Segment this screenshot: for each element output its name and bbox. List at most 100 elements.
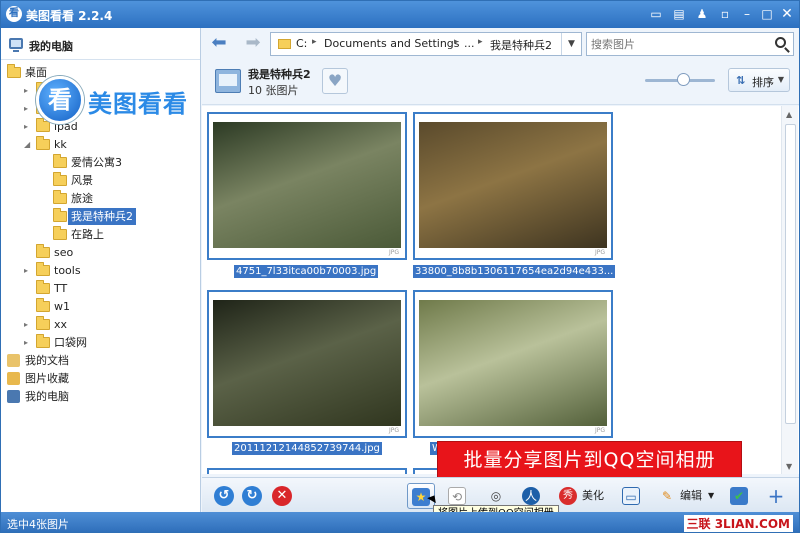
folder-icon xyxy=(53,190,67,204)
maximize-button[interactable]: □ xyxy=(758,6,776,22)
tree-item[interactable]: ▸ tools xyxy=(24,262,191,279)
thumbnail-image xyxy=(213,122,401,248)
drive-folder-icon xyxy=(278,39,291,49)
tree-item-label: 口袋网 xyxy=(54,336,87,349)
scroll-up-icon[interactable]: ▲ xyxy=(786,110,792,119)
tree-item-label: 我的电脑 xyxy=(25,390,69,403)
set-wallpaper-button[interactable]: ✔ xyxy=(726,483,752,509)
expand-arrow-icon[interactable]: ▸ xyxy=(24,100,34,117)
computer-icon xyxy=(9,38,23,52)
tree-item-label: kk xyxy=(54,138,67,151)
address-segment[interactable]: ... xyxy=(464,37,475,50)
tree-item[interactable]: 旅途 xyxy=(41,190,191,207)
thumbnail-caption[interactable]: 4751_7l33itca00b70003.jpg xyxy=(234,265,379,278)
tree-item[interactable]: 我是特种兵2 xyxy=(41,208,191,225)
tree-item-label: 爱情公寓3 xyxy=(71,156,122,169)
thumbnail-grid: JPG 4751_7l33itca00b70003.jpg JPG 33800_… xyxy=(202,106,799,474)
folder-icon xyxy=(53,208,67,222)
expand-arrow-icon[interactable]: ▸ xyxy=(24,316,34,333)
address-dropdown-button[interactable]: ▼ xyxy=(561,33,581,55)
scroll-down-icon[interactable]: ▼ xyxy=(786,462,792,471)
menu-icon[interactable]: ▤ xyxy=(670,6,688,22)
folder-icon xyxy=(36,334,50,348)
watermark: 三联 3LIAN.COM xyxy=(683,515,793,532)
selection-status: 选中4张图片 xyxy=(7,518,69,531)
thumbnail[interactable]: JPG xyxy=(207,290,407,438)
wallpaper-icon: ✔ xyxy=(730,487,748,505)
tree-item[interactable]: ▸ 口袋网 xyxy=(24,334,191,351)
folder-icon xyxy=(53,226,67,240)
feedback-icon[interactable]: ▭ xyxy=(647,6,665,22)
computer-root[interactable]: 我的电脑 xyxy=(1,28,200,60)
scrollbar-thumb[interactable] xyxy=(785,124,796,424)
status-bar: 选中4张图片 三联 3LIAN.COM xyxy=(1,512,799,532)
album-title: 我是特种兵2 xyxy=(248,68,311,81)
search-input[interactable] xyxy=(591,36,761,52)
thumbnail[interactable] xyxy=(207,468,407,474)
tree-item[interactable]: seo xyxy=(24,244,191,261)
zoom-slider[interactable] xyxy=(645,73,715,86)
tree-item[interactable]: 风景 xyxy=(41,172,191,189)
edit-label: 编辑 xyxy=(680,489,702,502)
search-icon[interactable] xyxy=(775,37,786,48)
tree-item-label: 我的文档 xyxy=(25,354,69,367)
folder-icon xyxy=(36,262,50,276)
folder-icon xyxy=(36,298,50,312)
sort-label: 排序 xyxy=(752,76,774,89)
tree-item[interactable]: w1 xyxy=(24,298,191,315)
thumbnail[interactable]: JPG xyxy=(413,112,613,260)
thumbnail-caption[interactable]: 33800_8b8b1306117654ea2d94e433... xyxy=(413,265,615,278)
sort-icon: ⇅ xyxy=(736,74,746,87)
close-button[interactable]: ✕ xyxy=(778,6,796,22)
expand-arrow-icon[interactable]: ▸ xyxy=(24,82,34,99)
tree-item[interactable]: 在路上 xyxy=(41,226,191,243)
tree-item[interactable]: ▸ xx xyxy=(24,316,191,333)
vertical-scrollbar[interactable]: ▲ ▼ xyxy=(781,106,798,474)
address-segment[interactable]: C: xyxy=(296,37,307,50)
slideshow-button[interactable]: ▭ xyxy=(618,483,644,509)
skin-icon[interactable]: ♟ xyxy=(693,6,711,22)
mini-mode-icon[interactable]: ▫ xyxy=(716,6,734,22)
expand-arrow-icon[interactable]: ▸ xyxy=(24,262,34,279)
thumbnail-caption[interactable]: 20111212144852739744.jpg xyxy=(232,442,382,455)
minimize-button[interactable]: – xyxy=(738,6,756,22)
rotate-right-button[interactable]: ↻ xyxy=(242,486,262,506)
zoom-slider-handle[interactable] xyxy=(677,73,690,86)
tree-item[interactable]: 我的电脑 xyxy=(7,388,191,405)
expand-arrow-icon[interactable]: ▸ xyxy=(24,334,34,351)
beautify-button[interactable]: 秀 美化 xyxy=(556,483,610,509)
pencil-icon: ✎ xyxy=(661,489,673,503)
folder-icon xyxy=(36,280,50,294)
back-button[interactable]: ⬅ xyxy=(208,33,230,55)
computer-root-label: 我的电脑 xyxy=(29,40,73,53)
renren-icon: 人 xyxy=(522,487,540,505)
thumbnail[interactable]: JPG xyxy=(207,112,407,260)
folder-icon xyxy=(36,316,50,330)
address-segment[interactable]: Documents and Settings xyxy=(324,37,460,50)
slideshow-icon: ▭ xyxy=(622,487,640,505)
tree-item[interactable]: TT xyxy=(24,280,191,297)
tree-item[interactable]: 我的文档 xyxy=(7,352,191,369)
favorite-button[interactable]: ♥ xyxy=(322,68,348,94)
tree-item-label: xx xyxy=(54,318,68,331)
title-bar[interactable]: 看 美图看看 2.2.4 ▭ ▤ ♟ ▫ – □ ✕ xyxy=(1,1,799,28)
sort-button[interactable]: ⇅ 排序 ▼ xyxy=(728,68,790,92)
forward-button[interactable]: ➡ xyxy=(242,33,264,55)
navigation-bar: ⬅ ➡ C: ▸ Documents and Settings ▸ ... ▸ … xyxy=(202,28,799,60)
tree-item[interactable]: 爱情公寓3 xyxy=(41,154,191,171)
tree-item[interactable]: ◢ kk xyxy=(24,136,191,153)
expand-arrow-icon[interactable]: ◢ xyxy=(24,136,34,153)
rotate-left-button[interactable]: ↺ xyxy=(214,486,234,506)
address-bar[interactable]: C: ▸ Documents and Settings ▸ ... ▸ 我是特种… xyxy=(270,32,582,56)
delete-button[interactable]: ✕ xyxy=(272,486,292,506)
edit-button[interactable]: ✎ 编辑 ▼ xyxy=(655,483,717,509)
search-box[interactable] xyxy=(586,32,794,56)
thumbnail[interactable]: JPG xyxy=(413,290,613,438)
album-header: 我是特种兵2 10 张图片 ♥ ⇅ 排序 ▼ xyxy=(202,60,799,105)
tree-item[interactable]: 图片收藏 xyxy=(7,370,191,387)
add-button[interactable]: + xyxy=(764,483,788,509)
documents-icon xyxy=(7,354,20,367)
address-segment[interactable]: 我是特种兵2 xyxy=(490,37,552,53)
expand-arrow-icon[interactable]: ▸ xyxy=(24,118,34,135)
tree-item-label: seo xyxy=(54,246,74,259)
